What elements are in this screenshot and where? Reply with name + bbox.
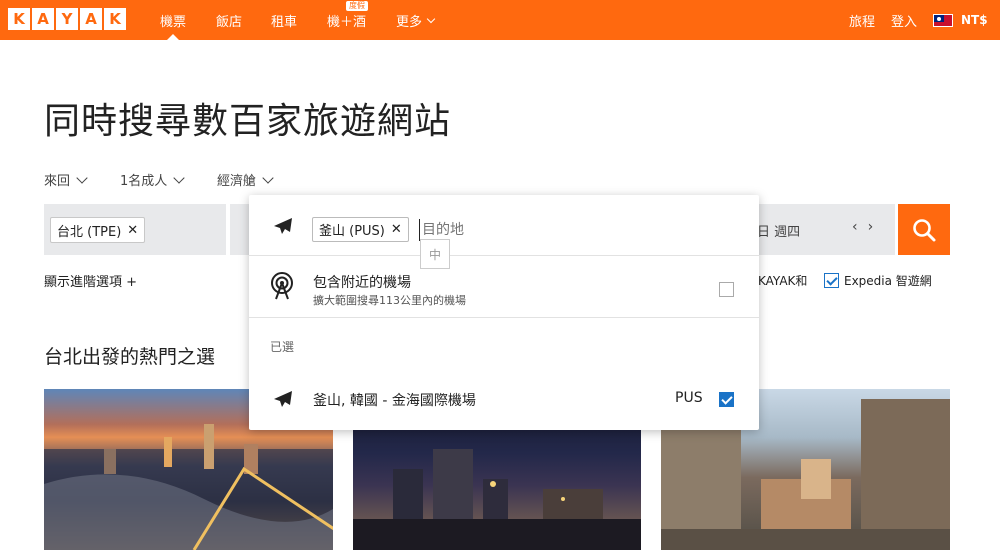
- logo-letter: K: [8, 8, 30, 30]
- nearby-airports-checkbox[interactable]: [719, 282, 734, 297]
- nav-cars[interactable]: 租車: [271, 0, 297, 40]
- nav-flights[interactable]: 機票: [160, 0, 186, 40]
- radar-icon: [271, 272, 293, 300]
- nav-flights-label: 機票: [160, 14, 187, 30]
- expedia-checkbox[interactable]: [824, 273, 839, 288]
- nav-trips[interactable]: 旅程: [849, 0, 875, 40]
- logo-letter: K: [104, 8, 126, 30]
- logo-letter: A: [32, 8, 54, 30]
- logo-letter: Y: [56, 8, 78, 30]
- trip-type-label: 來回: [44, 174, 71, 189]
- top-navigation-bar: K A Y A K 機票 飯店 租車 度假 機＋酒 更多 旅程 登入 NT$: [0, 0, 1000, 40]
- currency-label: NT$: [961, 13, 988, 27]
- nav-hotels-label: 飯店: [216, 14, 243, 30]
- nearby-airports-option[interactable]: 包含附近的機場 擴大範圍搜尋113公里內的機場: [249, 256, 759, 318]
- search-button[interactable]: [898, 204, 950, 255]
- destination-input-row: 釜山 (PUS) ✕ 中: [249, 195, 759, 269]
- airplane-icon: [274, 391, 292, 407]
- remove-origin-icon[interactable]: ✕: [127, 223, 138, 238]
- nav-cars-label: 租車: [271, 14, 298, 30]
- compare-kayak: KAYAK和: [758, 272, 807, 289]
- destination-chip-label: 釜山 (PUS): [319, 224, 385, 239]
- nav-packages-label: 機＋酒: [327, 14, 367, 30]
- chevron-down-icon: [76, 171, 88, 184]
- page-title: 同時搜尋數百家旅遊網站: [44, 101, 452, 142]
- travelers-label: 1名成人: [120, 174, 168, 189]
- date-arrows: ‹ ›: [852, 219, 873, 235]
- next-date-button[interactable]: ›: [868, 219, 874, 235]
- popular-section-title: 台北出發的熱門之選: [44, 346, 216, 368]
- selected-airport-checkbox[interactable]: [719, 392, 734, 407]
- chevron-down-icon: [262, 171, 274, 184]
- chevron-down-icon: [173, 171, 185, 184]
- selected-airport-code: PUS: [675, 390, 703, 406]
- destination-dropdown: 釜山 (PUS) ✕ 中 包含附近的機場 擴大範圍搜尋113公里內的機場 已選 …: [249, 195, 759, 430]
- nearby-airports-title: 包含附近的機場: [313, 275, 411, 291]
- nav-hotels[interactable]: 飯店: [216, 0, 242, 40]
- kayak-logo[interactable]: K A Y A K: [8, 8, 126, 30]
- destination-chip[interactable]: 釜山 (PUS) ✕: [312, 217, 409, 242]
- nearby-airports-subtitle: 擴大範圍搜尋113公里內的機場: [313, 294, 466, 307]
- nav-login-label: 登入: [891, 14, 918, 30]
- nav-packages[interactable]: 機＋酒: [327, 0, 366, 40]
- selected-airport-row[interactable]: 釜山, 韓國 - 金海國際機場 PUS: [249, 375, 759, 425]
- prev-date-button[interactable]: ‹: [852, 219, 858, 235]
- search-icon: [913, 218, 936, 241]
- travelers-dropdown[interactable]: 1名成人: [120, 170, 185, 189]
- cabin-label: 經濟艙: [217, 174, 257, 189]
- compare-expedia[interactable]: Expedia 智遊網: [824, 272, 932, 289]
- airplane-icon: [274, 218, 292, 234]
- nav-more-label: 更多: [396, 14, 423, 30]
- taiwan-flag-icon: [933, 13, 953, 27]
- selected-section-label: 已選: [270, 340, 295, 354]
- destination-input[interactable]: [419, 219, 619, 241]
- remove-destination-icon[interactable]: ✕: [391, 222, 402, 237]
- chevron-down-icon: [426, 14, 436, 23]
- currency-selector[interactable]: NT$: [933, 0, 988, 40]
- date-text: 日 週四: [757, 225, 801, 240]
- logo-letter: A: [80, 8, 102, 30]
- advanced-options-link[interactable]: 顯示進階選項 +: [44, 271, 137, 290]
- cabin-dropdown[interactable]: 經濟艙: [217, 170, 274, 189]
- nav-more[interactable]: 更多: [396, 0, 436, 40]
- origin-chip[interactable]: 台北 (TPE) ✕: [50, 217, 146, 243]
- nav-login[interactable]: 登入: [891, 0, 917, 40]
- trip-type-dropdown[interactable]: 來回: [44, 170, 88, 189]
- selected-airport-name: 釜山, 韓國 - 金海國際機場: [313, 393, 476, 409]
- origin-chip-label: 台北 (TPE): [57, 224, 122, 240]
- nav-trips-label: 旅程: [849, 14, 876, 30]
- compare-expedia-label: Expedia 智遊網: [844, 274, 932, 288]
- compare-kayak-label: KAYAK和: [758, 274, 808, 288]
